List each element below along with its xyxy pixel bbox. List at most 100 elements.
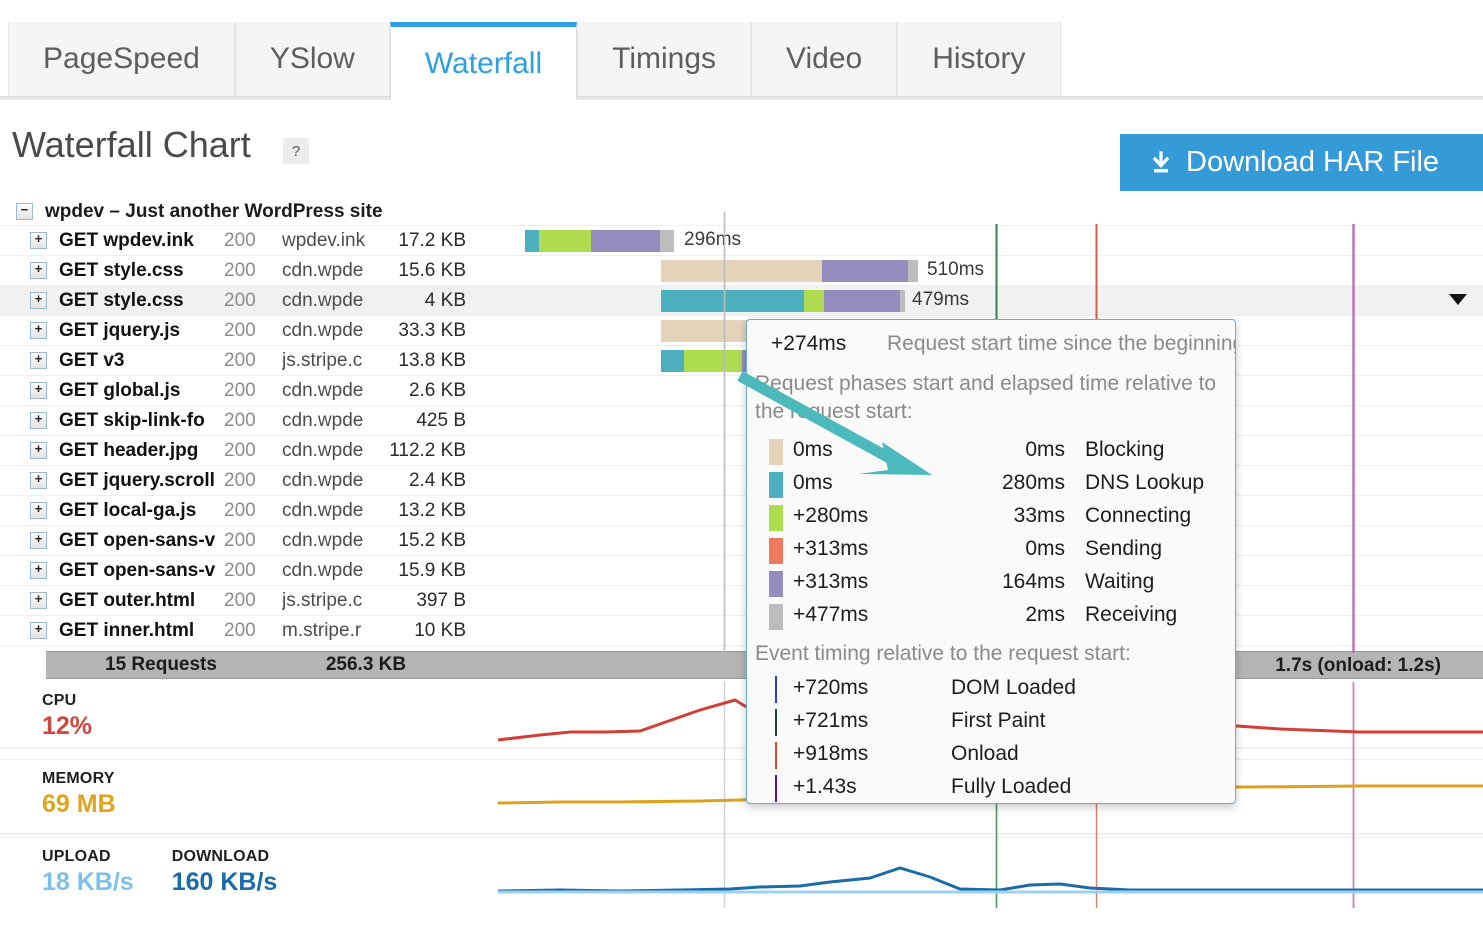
cpu-sparkline <box>0 682 1483 760</box>
tooltip-event-row: +1.43s Fully Loaded <box>755 773 1229 804</box>
event-tick-dom-loaded <box>775 676 777 703</box>
row-bar[interactable] <box>661 350 751 372</box>
row-name-cell: + GET open-sans-v <box>30 560 224 582</box>
event-tick-fully-loaded <box>775 775 777 802</box>
phase-swatch-connecting <box>769 505 783 531</box>
phase-swatch-blocking <box>769 439 783 465</box>
waterfall-table: − wpdev – Just another WordPress site + … <box>0 198 1483 680</box>
row-duration: 510ms <box>927 259 984 281</box>
table-row[interactable]: + GET header.jpg 200 cdn.wpde 112.2 KB <box>0 436 1483 466</box>
row-expand-toggle[interactable]: + <box>30 322 47 339</box>
row-expand-toggle[interactable]: + <box>30 382 47 399</box>
row-name-cell: + GET global.js <box>30 380 224 402</box>
tooltip-phase-row: +313ms 0ms Sending <box>755 535 1229 568</box>
table-row[interactable]: + GET outer.html 200 js.stripe.c 397 B <box>0 586 1483 616</box>
row-expand-toggle[interactable]: + <box>30 562 47 579</box>
phase-start: +313ms <box>793 537 868 561</box>
row-size: 15.9 KB <box>382 560 472 582</box>
tab-label: History <box>932 42 1025 76</box>
group-collapse-toggle[interactable]: − <box>16 203 33 220</box>
bar-segment-receiving <box>908 260 918 282</box>
row-domain: cdn.wpde <box>282 320 382 342</box>
row-expand-toggle[interactable]: + <box>30 262 47 279</box>
row-bar[interactable] <box>661 260 918 282</box>
bar-segment-receiving <box>660 230 674 252</box>
row-expand-toggle[interactable]: + <box>30 352 47 369</box>
download-har-button[interactable]: Download HAR File <box>1120 134 1483 191</box>
tab-video[interactable]: Video <box>751 22 897 96</box>
table-row[interactable]: + GET style.css 200 cdn.wpde 4 KB 479ms <box>0 286 1483 316</box>
request-timing-tooltip: +274ms Request start time since the begi… <box>746 319 1236 804</box>
table-row[interactable]: + GET open-sans-v 200 cdn.wpde 15.2 KB <box>0 526 1483 556</box>
row-size: 2.4 KB <box>382 470 472 492</box>
row-size: 2.6 KB <box>382 380 472 402</box>
memory-caption: MEMORY <box>42 770 116 788</box>
tab-pagespeed[interactable]: PageSpeed <box>8 22 235 96</box>
row-name-cell: + GET jquery.scroll <box>30 470 224 492</box>
tab-list: PageSpeed YSlow Waterfall Timings Video … <box>8 22 1061 96</box>
phase-swatch-receiving <box>769 604 783 630</box>
row-domain: js.stripe.c <box>282 590 382 612</box>
event-name: First Paint <box>951 709 1046 733</box>
bar-segment-connecting <box>684 350 742 372</box>
row-bar[interactable] <box>661 290 905 312</box>
table-row[interactable]: + GET skip-link-fo 200 cdn.wpde 425 B <box>0 406 1483 436</box>
row-file-label: GET open-sans-v <box>59 530 215 552</box>
row-expand-toggle[interactable]: + <box>30 502 47 519</box>
row-bar[interactable] <box>525 230 674 252</box>
row-status: 200 <box>224 290 282 312</box>
memory-value: 69 MB <box>42 790 116 819</box>
tooltip-phase-row: 0ms 280ms DNS Lookup <box>755 469 1229 502</box>
row-expand-toggle[interactable]: + <box>30 532 47 549</box>
row-expand-toggle[interactable]: + <box>30 292 47 309</box>
phase-start: +280ms <box>793 504 868 528</box>
table-row[interactable]: + GET jquery.scroll 200 cdn.wpde 2.4 KB <box>0 466 1483 496</box>
tab-timings[interactable]: Timings <box>577 22 751 96</box>
download-value: 160 KB/s <box>172 868 278 897</box>
row-expand-toggle[interactable]: + <box>30 232 47 249</box>
tab-waterfall[interactable]: Waterfall <box>390 22 577 100</box>
waterfall-group-header[interactable]: − wpdev – Just another WordPress site <box>0 198 1483 226</box>
table-row[interactable]: + GET v3 200 js.stripe.c 13.8 KB 1 <box>0 346 1483 376</box>
row-domain: cdn.wpde <box>282 560 382 582</box>
row-status: 200 <box>224 530 282 552</box>
tab-label: YSlow <box>270 42 355 76</box>
stat-panel-memory: MEMORY 69 MB <box>0 760 1483 838</box>
row-size: 4 KB <box>382 290 472 312</box>
table-row[interactable]: + GET wpdev.ink 200 wpdev.ink 17.2 KB 29… <box>0 226 1483 256</box>
row-file-label: GET skip-link-fo <box>59 410 205 432</box>
row-status: 200 <box>224 560 282 582</box>
row-status: 200 <box>224 590 282 612</box>
table-row[interactable]: + GET global.js 200 cdn.wpde 2.6 KB <box>0 376 1483 406</box>
bar-segment-receiving <box>900 290 905 312</box>
tab-history[interactable]: History <box>897 22 1060 96</box>
table-row[interactable]: + GET local-ga.js 200 cdn.wpde 13.2 KB <box>0 496 1483 526</box>
table-row[interactable]: + GET jquery.js 200 cdn.wpde 33.3 KB <box>0 316 1483 346</box>
row-expand-toggle[interactable]: + <box>30 442 47 459</box>
bar-segment-waiting <box>591 230 660 252</box>
help-icon[interactable]: ? <box>283 138 309 164</box>
row-expand-toggle[interactable]: + <box>30 412 47 429</box>
cpu-caption: CPU <box>42 692 92 710</box>
row-domain: js.stripe.c <box>282 350 382 372</box>
page-title: Waterfall Chart <box>12 124 251 166</box>
event-tick-onload <box>775 742 777 769</box>
row-expand-toggle[interactable]: + <box>30 622 47 639</box>
tooltip-phase-list: 0ms 0ms Blocking 0ms 280ms DNS Lookup +2… <box>755 436 1229 634</box>
phase-name: Waiting <box>1085 570 1154 594</box>
row-expand-toggle[interactable]: + <box>30 472 47 489</box>
tab-yslow[interactable]: YSlow <box>235 22 390 96</box>
row-size: 33.3 KB <box>382 320 472 342</box>
table-row[interactable]: + GET open-sans-v 200 cdn.wpde 15.9 KB <box>0 556 1483 586</box>
row-duration: 296ms <box>684 229 741 251</box>
row-menu-caret-icon[interactable] <box>1449 294 1467 305</box>
phase-name: Sending <box>1085 537 1162 561</box>
row-expand-toggle[interactable]: + <box>30 592 47 609</box>
row-status: 200 <box>224 620 282 642</box>
phase-elapsed: 0ms <box>905 438 1065 462</box>
event-name: DOM Loaded <box>951 676 1076 700</box>
row-size: 13.8 KB <box>382 350 472 372</box>
table-row[interactable]: + GET style.css 200 cdn.wpde 15.6 KB 510… <box>0 256 1483 286</box>
row-bar-cell: 296ms <box>472 226 1483 256</box>
table-row[interactable]: + GET inner.html 200 m.stripe.r 10 KB <box>0 616 1483 646</box>
